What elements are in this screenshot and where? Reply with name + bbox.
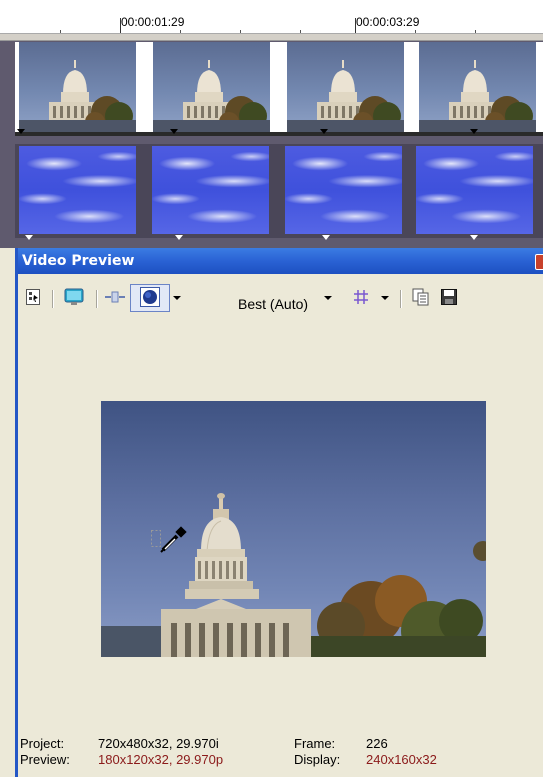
frame-marker bbox=[470, 129, 478, 134]
quality-dropdown-value[interactable]: Best (Auto) bbox=[238, 296, 308, 312]
chevron-down-icon bbox=[173, 296, 181, 300]
clip-thumbnail[interactable] bbox=[153, 42, 270, 132]
save-snapshot-icon bbox=[441, 288, 457, 308]
toolbar-separator bbox=[52, 290, 54, 308]
chevron-down-icon bbox=[324, 296, 332, 300]
copy-snapshot-button[interactable] bbox=[410, 288, 432, 308]
window-titlebar[interactable]: Video Preview bbox=[18, 248, 543, 274]
frame-marker bbox=[25, 235, 33, 240]
timeline: 00:00:01:29 00:00:03:29 bbox=[0, 0, 543, 248]
window-title: Video Preview bbox=[22, 253, 135, 269]
clip-thumbnail[interactable] bbox=[416, 146, 533, 234]
status-bar: Project: 720x480x32, 29.970i Frame: 226 … bbox=[18, 732, 543, 777]
background-track[interactable] bbox=[15, 144, 543, 240]
timecode-label: 00:00:01:29 bbox=[121, 15, 185, 29]
clip-thumbnail[interactable] bbox=[285, 146, 402, 234]
close-button[interactable] bbox=[535, 254, 543, 270]
frame-marker bbox=[320, 129, 328, 134]
grid-dropdown[interactable] bbox=[380, 288, 390, 308]
overlay-dropdown[interactable] bbox=[172, 288, 182, 308]
chevron-down-icon bbox=[381, 296, 389, 300]
toolbar-separator bbox=[400, 290, 402, 308]
video-preview-window: Video Preview Best (Auto) Project: 720x4… bbox=[15, 248, 543, 777]
split-screen-button[interactable] bbox=[104, 288, 126, 308]
monitor-icon bbox=[64, 288, 84, 309]
properties-icon bbox=[26, 288, 40, 308]
external-monitor-button[interactable] bbox=[63, 288, 85, 308]
overlay-icon bbox=[140, 286, 160, 310]
preview-label: Preview: bbox=[20, 752, 70, 767]
clip-thumbnail[interactable] bbox=[19, 42, 136, 132]
display-label: Display: bbox=[294, 752, 341, 767]
project-value: 720x480x32, 29.970i bbox=[98, 736, 219, 751]
clip-thumbnail[interactable] bbox=[287, 42, 404, 132]
quality-dropdown-button[interactable] bbox=[323, 288, 333, 308]
toolbar-separator bbox=[96, 290, 98, 308]
grid-button[interactable] bbox=[350, 288, 372, 308]
preview-toolbar: Best (Auto) bbox=[18, 280, 543, 312]
preview-frame[interactable] bbox=[101, 401, 486, 657]
timecode-label: 00:00:03:29 bbox=[356, 15, 420, 29]
project-label: Project: bbox=[20, 736, 65, 751]
display-value: 240x160x32 bbox=[366, 752, 437, 767]
track-bar bbox=[15, 132, 543, 136]
clip-thumbnail[interactable] bbox=[19, 146, 136, 234]
frame-marker bbox=[175, 235, 183, 240]
frame-marker bbox=[170, 129, 178, 134]
time-ruler[interactable]: 00:00:01:29 00:00:03:29 bbox=[0, 0, 543, 41]
frame-marker bbox=[17, 129, 25, 134]
grid-icon bbox=[353, 289, 369, 308]
properties-button[interactable] bbox=[24, 288, 42, 308]
clip-thumbnail[interactable] bbox=[152, 146, 269, 234]
frame-marker bbox=[470, 235, 478, 240]
overlay-button[interactable] bbox=[130, 284, 170, 312]
split-screen-icon bbox=[105, 290, 125, 307]
save-snapshot-button[interactable] bbox=[438, 288, 460, 308]
ruler-strip bbox=[0, 33, 543, 40]
copy-snapshot-icon bbox=[412, 288, 430, 309]
frame-label: Frame: bbox=[294, 736, 336, 751]
frame-value: 226 bbox=[366, 736, 388, 751]
frame-marker bbox=[322, 235, 330, 240]
video-track[interactable] bbox=[15, 42, 543, 136]
clip-thumbnail[interactable] bbox=[419, 42, 536, 132]
preview-value: 180x120x32, 29.970p bbox=[98, 752, 224, 767]
